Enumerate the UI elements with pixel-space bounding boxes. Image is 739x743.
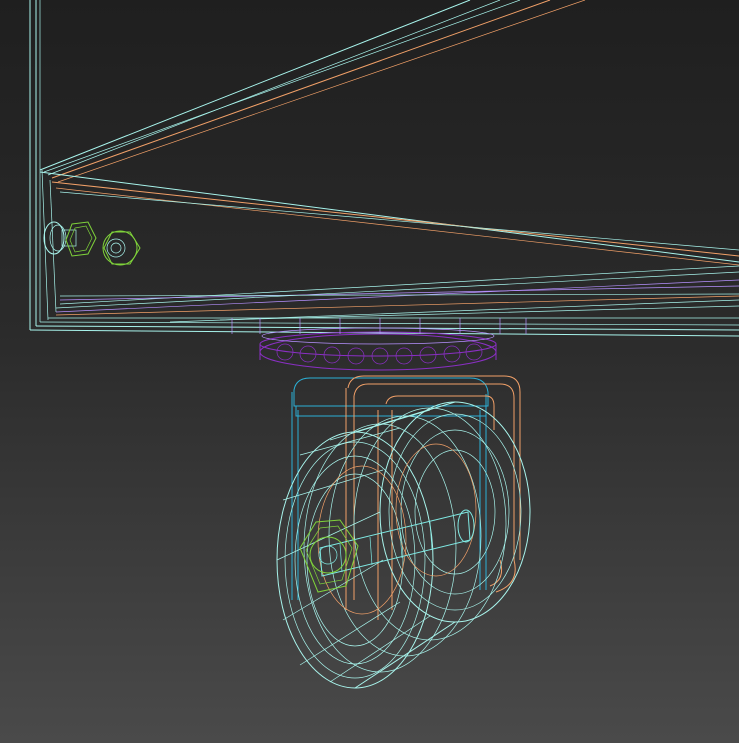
cabinet-frame-wireframe[interactable]: [29, 0, 739, 337]
wireframe-scene[interactable]: [0, 0, 739, 743]
axle-bolt[interactable]: [319, 509, 475, 577]
side-bolt-assembly[interactable]: [43, 221, 141, 266]
caster-wheel[interactable]: [276, 401, 531, 689]
swivel-plate[interactable]: [231, 318, 527, 371]
3d-viewport[interactable]: [0, 0, 739, 743]
